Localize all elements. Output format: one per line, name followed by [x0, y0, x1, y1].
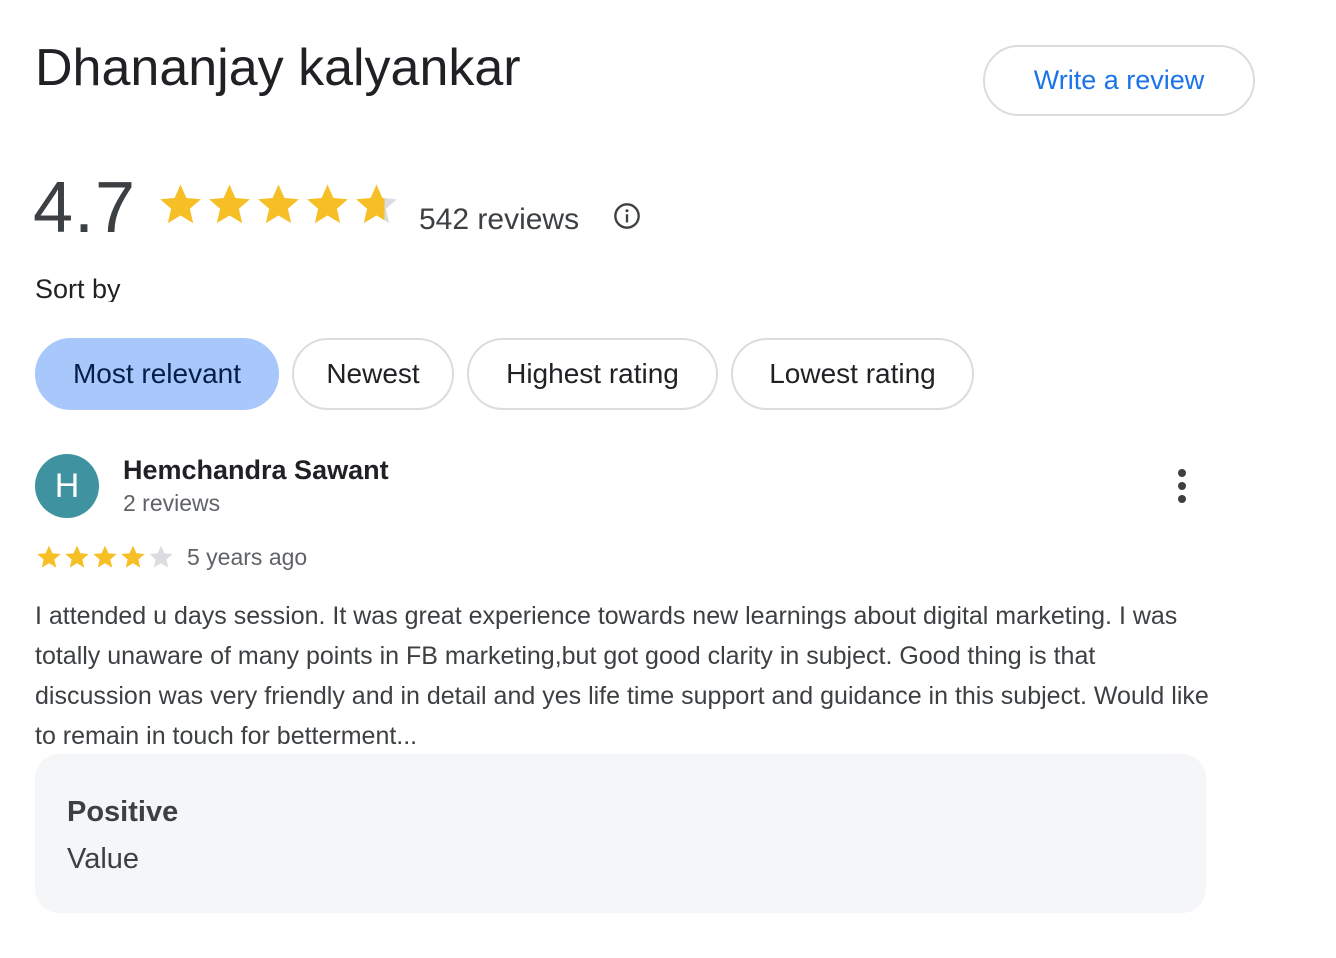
reviewer-name[interactable]: Hemchandra Sawant [123, 452, 389, 488]
reviews-count: 542 reviews [419, 203, 580, 236]
reviewer-review-count: 2 reviews [123, 490, 221, 516]
review-stars [35, 543, 175, 571]
star-icon [160, 184, 201, 224]
review-text: I attended u days session. It was great … [35, 602, 1209, 750]
sort-chip-highest-rating[interactable]: Highest rating [467, 338, 718, 410]
star-icon [356, 184, 397, 224]
info-icon[interactable] [613, 202, 641, 230]
sort-chip-most-relevant[interactable]: Most relevant [35, 338, 279, 410]
sort-label: Sort by [35, 275, 121, 302]
rating-number: 4.7 [33, 168, 137, 248]
rating-summary: 4.7 542 reviews [33, 168, 733, 248]
sort-chip-newest[interactable]: Newest [292, 338, 454, 410]
star-icon [307, 184, 348, 224]
star-icon [149, 545, 173, 568]
sort-options: Most relevant Newest Highest rating Lowe… [35, 338, 974, 410]
star-icon [37, 545, 61, 568]
review-attributes: Positive Value [35, 754, 1206, 913]
rating-stars [156, 180, 401, 229]
star-icon [65, 545, 89, 568]
more-options-icon[interactable] [1168, 466, 1196, 506]
star-icon [209, 184, 250, 224]
star-icon [258, 184, 299, 224]
star-icon [121, 545, 145, 568]
review-time: 5 years ago [187, 544, 308, 570]
attribute-title: Positive [67, 796, 179, 828]
page-title: Dhananjay kalyankar [35, 39, 521, 97]
attribute-value: Value [67, 843, 140, 875]
write-review-button[interactable]: Write a review [983, 45, 1255, 116]
star-icon [93, 545, 117, 568]
sort-chip-lowest-rating[interactable]: Lowest rating [731, 338, 974, 410]
sort-label-text: Sort by [35, 275, 121, 302]
avatar[interactable]: H [35, 454, 99, 518]
